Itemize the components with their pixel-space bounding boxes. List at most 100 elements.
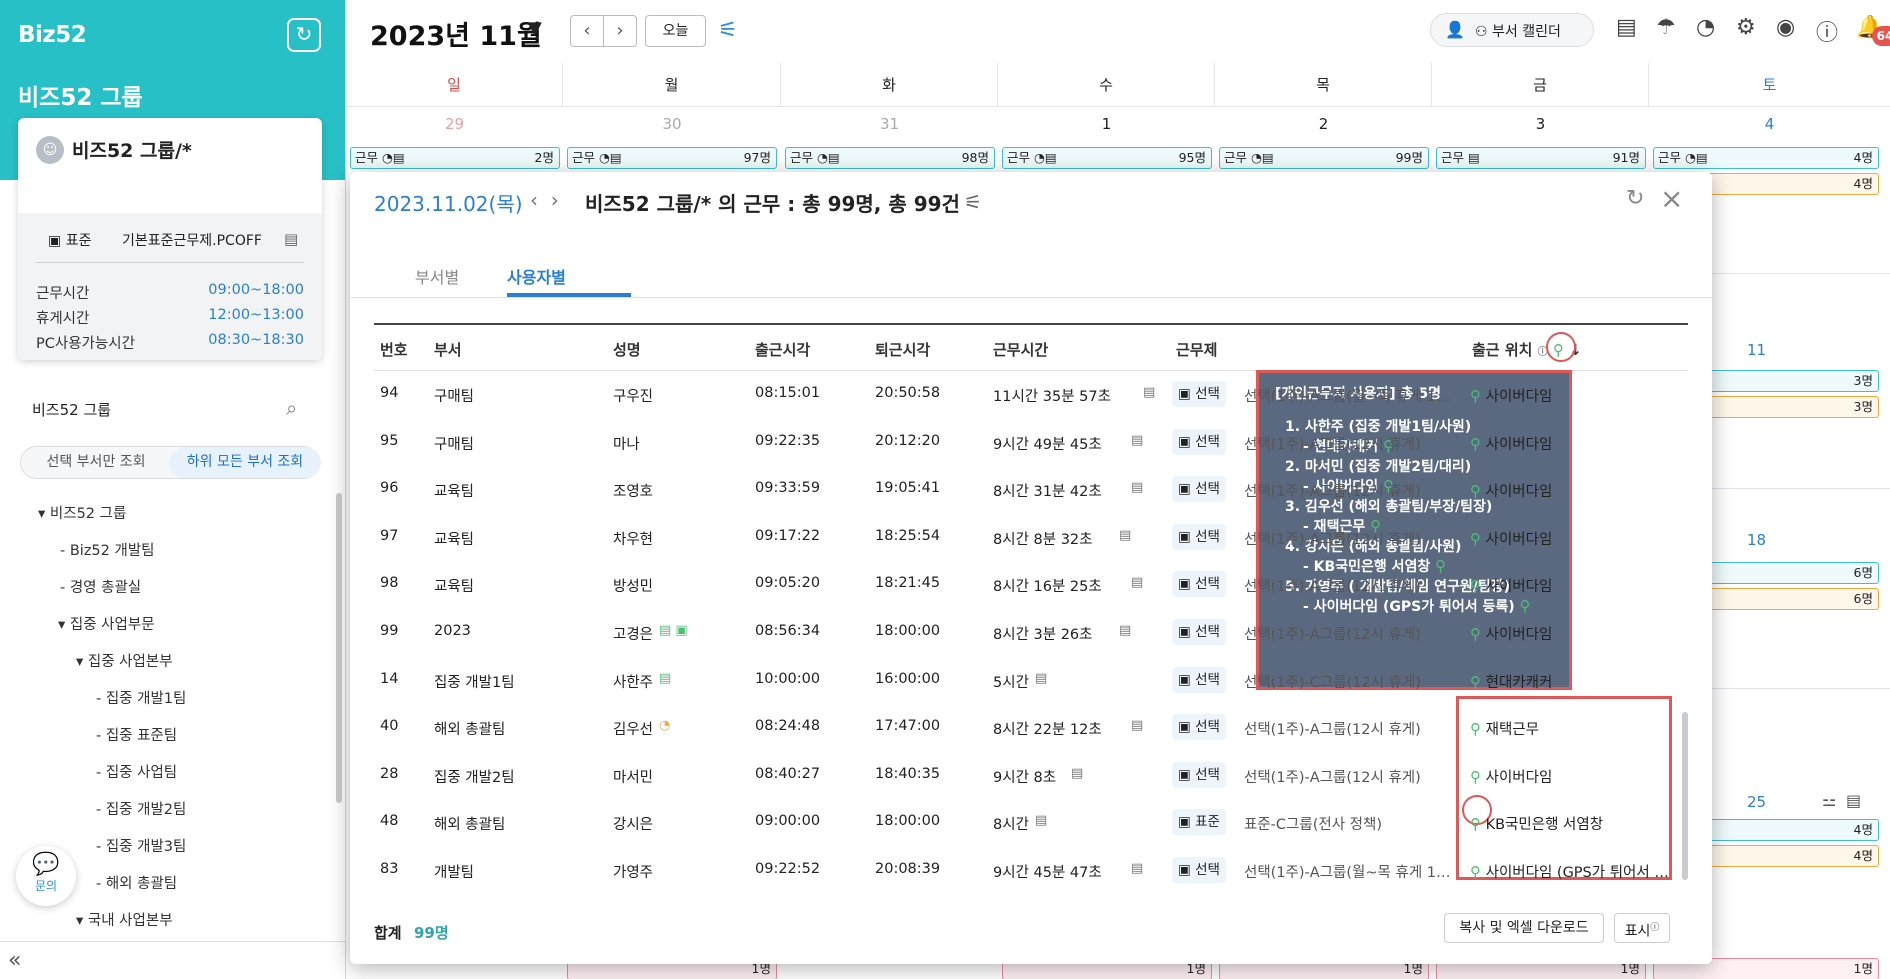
refresh-button[interactable]: ↻: [287, 18, 321, 52]
cell-location[interactable]: ⚲ 현대카캐커: [1470, 671, 1680, 692]
month-dropdown-icon[interactable]: ▼: [528, 18, 542, 39]
cell-location[interactable]: ⚲ 사이버다임: [1470, 480, 1680, 501]
memo-icon[interactable]: ▤: [1131, 433, 1143, 448]
date-3[interactable]: 3: [1432, 115, 1649, 133]
work-chip[interactable]: 무3명: [1696, 370, 1879, 392]
dept-search-input[interactable]: 비즈52 그룹: [32, 399, 111, 420]
profile-icon[interactable]: ◉: [1776, 15, 1795, 40]
pie-chart-icon[interactable]: ◔: [1696, 15, 1715, 40]
tree-item[interactable]: ▾ 비즈52 그룹: [38, 502, 126, 523]
leave-chip[interactable]: 무4명: [1696, 845, 1879, 867]
work-chip[interactable]: 근무 ◔▤ 97명: [567, 147, 777, 169]
work-chip[interactable]: 근무 ▤ 91명: [1436, 147, 1646, 169]
tree-item[interactable]: - 경영 총괄실: [60, 576, 141, 597]
prev-month-button[interactable]: ‹: [570, 15, 604, 47]
col-no[interactable]: 번호: [380, 339, 408, 360]
copy-excel-download-button[interactable]: 복사 및 엑셀 다운로드: [1444, 913, 1604, 943]
date-30[interactable]: 30: [563, 115, 781, 133]
col-dept[interactable]: 부서: [434, 339, 462, 360]
today-button[interactable]: 오늘: [645, 15, 706, 47]
memo-icon[interactable]: ▤: [1131, 861, 1143, 876]
collapse-sidebar-icon[interactable]: «: [8, 948, 21, 973]
gear-icon[interactable]: ⚙: [1736, 15, 1756, 40]
work-type-badge: ▣ 선택: [1172, 428, 1226, 455]
next-date-icon[interactable]: ›: [551, 188, 559, 212]
work-chip[interactable]: 근무 ◔▤ 99명: [1219, 147, 1429, 169]
col-name[interactable]: 성명: [613, 339, 641, 360]
cell-location[interactable]: ⚲ 재택근무: [1470, 718, 1680, 739]
work-chip[interactable]: 4명: [1696, 819, 1879, 841]
calendar-check-icon: ▣: [1178, 528, 1191, 545]
refresh-icon[interactable]: ↻: [1626, 186, 1644, 211]
tab-by-user[interactable]: 사용자별: [507, 264, 566, 288]
org-chart-icon[interactable]: ⚍: [1822, 791, 1836, 810]
date-4[interactable]: 4: [1649, 115, 1890, 133]
vacation-umbrella-icon[interactable]: ☂: [1656, 15, 1676, 40]
next-month-button[interactable]: ›: [603, 15, 637, 47]
work-chip[interactable]: 근무 ◔▤ 95명: [1002, 147, 1212, 169]
tree-item[interactable]: - 집중 사업팀: [96, 761, 177, 782]
leave-chip[interactable]: 무3명: [1696, 396, 1879, 418]
col-work-type[interactable]: 근무제: [1176, 339, 1217, 360]
memo-icon[interactable]: ▤: [1131, 480, 1143, 495]
selected-dept-only-button[interactable]: 선택 부서만 조회: [21, 447, 171, 478]
col-checkin[interactable]: 출근시각: [755, 339, 810, 360]
display-button[interactable]: 표시ⓘ: [1614, 913, 1670, 943]
list-icon[interactable]: ▤: [1616, 15, 1637, 40]
search-icon[interactable]: ⌕: [286, 396, 297, 420]
filter-settings-icon[interactable]: ⚟: [718, 18, 738, 43]
pc-hours-label: PC사용가능시간: [36, 336, 135, 352]
tree-item[interactable]: ▾ 집중 사업부문: [58, 613, 155, 634]
work-chip[interactable]: 6명: [1696, 562, 1879, 584]
memo-icon[interactable]: ▤: [1035, 813, 1047, 828]
cell-location[interactable]: ⚲ 사이버다임: [1470, 528, 1680, 549]
leave-chip[interactable]: 무6명: [1696, 588, 1879, 610]
work-chip[interactable]: 근무 ◔▤ 4명: [1653, 147, 1879, 169]
tree-item[interactable]: - Biz52 개발팀: [60, 539, 155, 560]
cell-location[interactable]: ⚲ 사이버다임 (GPS가 튀어서 …: [1470, 861, 1680, 882]
memo-icon[interactable]: ▤: [1119, 528, 1131, 543]
document-icon[interactable]: ▤: [284, 230, 298, 248]
col-checkout[interactable]: 퇴근시각: [875, 339, 930, 360]
tree-item[interactable]: - 집중 개발2팀: [96, 798, 186, 819]
date-31[interactable]: 31: [781, 115, 998, 133]
tree-item[interactable]: - 집중 개발1팀: [96, 687, 186, 708]
work-chip[interactable]: 근무 ◔▤ 98명: [785, 147, 995, 169]
filter-settings-icon[interactable]: ⚟: [964, 190, 982, 214]
list-icon[interactable]: ▤: [1846, 791, 1861, 810]
tree-item[interactable]: - 집중 표준팀: [96, 724, 177, 745]
tree-item[interactable]: - 해외 총괄팀: [96, 872, 177, 893]
break-hours-label: 휴게시간: [36, 311, 90, 327]
memo-icon[interactable]: ▤: [1143, 385, 1155, 400]
cell-location[interactable]: ⚲ 사이버다임: [1470, 385, 1680, 406]
cell-location[interactable]: ⚲ 사이버다임: [1470, 575, 1680, 596]
day-header-wed: 수: [998, 63, 1215, 107]
tree-item[interactable]: - 집중 개발3팀: [96, 835, 186, 856]
close-icon[interactable]: ×: [1660, 182, 1683, 215]
memo-icon[interactable]: ▤: [1131, 575, 1143, 590]
dept-calendar-toggle[interactable]: 👤 ⚇ 부서 캘린더: [1430, 13, 1594, 47]
memo-icon[interactable]: ▤: [1131, 718, 1143, 733]
all-subdepts-button[interactable]: 하위 모든 부서 조회: [169, 447, 321, 478]
sidebar-scrollbar[interactable]: [336, 493, 342, 803]
date-2[interactable]: 2: [1215, 115, 1432, 133]
memo-icon[interactable]: ▤: [1119, 623, 1131, 638]
help-icon[interactable]: ⓘ: [1816, 15, 1838, 47]
date-29[interactable]: 29: [346, 115, 563, 133]
cell-location[interactable]: ⚲ 사이버다임: [1470, 766, 1680, 787]
work-chip[interactable]: 근무 ◔▤ 2명: [350, 147, 560, 169]
memo-icon[interactable]: ▤: [1071, 766, 1083, 781]
tab-by-department[interactable]: 부서별: [415, 264, 459, 288]
cell-location[interactable]: ⚲ 사이버다임: [1470, 623, 1680, 644]
cell-location[interactable]: ⚲ 사이버다임: [1470, 433, 1680, 454]
prev-date-icon[interactable]: ‹: [530, 188, 538, 212]
cell-location[interactable]: ⚲ KB국민은행 서염창: [1470, 813, 1680, 834]
date-1[interactable]: 1: [998, 115, 1215, 133]
col-duration[interactable]: 근무시간: [993, 339, 1048, 360]
tree-item[interactable]: ▾ 집중 사업본부: [76, 650, 173, 671]
cell-dept: 해외 총괄팀: [434, 817, 506, 834]
tree-item[interactable]: ▾ 국내 사업본부: [76, 909, 173, 930]
inquiry-label: 문의: [34, 879, 58, 893]
memo-icon[interactable]: ▤: [1035, 671, 1047, 686]
inquiry-button[interactable]: 💬 문의: [16, 846, 76, 906]
